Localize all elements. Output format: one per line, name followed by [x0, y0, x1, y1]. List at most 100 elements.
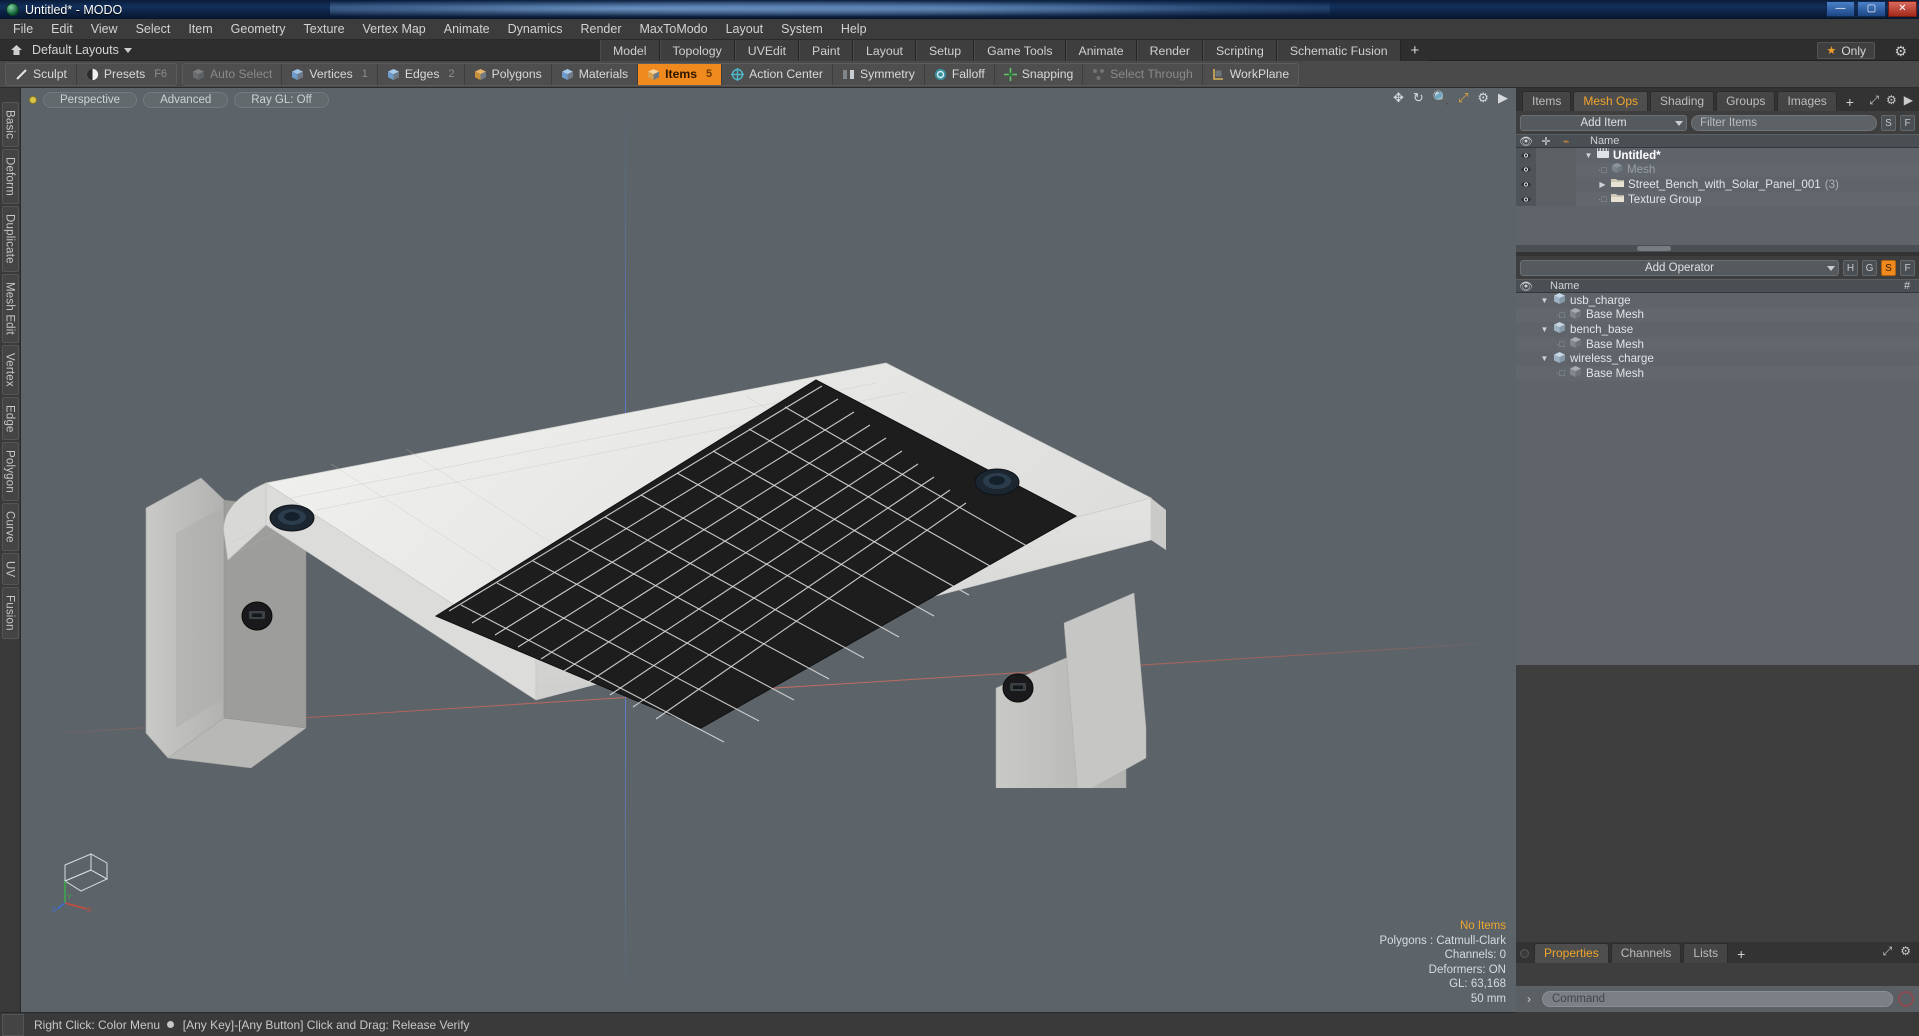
- menu-item-view[interactable]: View: [82, 20, 127, 38]
- expand-icon[interactable]: ⤢: [1883, 944, 1893, 959]
- toolbox-tab-edge[interactable]: Edge: [1, 396, 19, 441]
- twisty-closed-icon[interactable]: ▶: [1598, 180, 1607, 189]
- menu-item-help[interactable]: Help: [832, 20, 876, 38]
- panel-tab-shading[interactable]: Shading: [1650, 91, 1715, 111]
- expand-icon[interactable]: ⤢: [1869, 93, 1879, 108]
- twisty-open-icon[interactable]: ▼: [1584, 151, 1593, 160]
- eye-icon[interactable]: [1516, 293, 1536, 308]
- menu-item-file[interactable]: File: [4, 20, 42, 38]
- scroll-thumb[interactable]: [1636, 246, 1671, 251]
- menu-item-render[interactable]: Render: [572, 20, 631, 38]
- tool-button-auto-select[interactable]: Auto Select: [183, 63, 283, 85]
- layout-tab-model[interactable]: Model: [600, 40, 660, 61]
- layout-tab-render[interactable]: Render: [1136, 40, 1203, 61]
- tool-button-symmetry[interactable]: Symmetry: [832, 63, 925, 85]
- eye-icon[interactable]: [1516, 191, 1536, 207]
- tool-button-items[interactable]: Items 5: [638, 63, 723, 85]
- tool-button-snapping[interactable]: Snapping: [994, 63, 1084, 85]
- menu-item-edit[interactable]: Edit: [42, 20, 82, 38]
- viewport-projection-button[interactable]: Perspective: [43, 91, 138, 108]
- bottom-tab-channels[interactable]: Channels: [1610, 943, 1682, 963]
- home-icon[interactable]: [7, 41, 25, 59]
- operator-tree-row[interactable]: ▼ usb_charge: [1516, 293, 1919, 308]
- panel-tab-images[interactable]: Images: [1777, 91, 1837, 111]
- panel-tab-mesh-ops[interactable]: Mesh Ops: [1573, 91, 1649, 111]
- tool-button-presets[interactable]: Presets F6: [76, 63, 177, 85]
- menu-item-geometry[interactable]: Geometry: [222, 20, 295, 38]
- only-toggle-button[interactable]: ★ Only: [1817, 42, 1875, 59]
- panel-tab-groups[interactable]: Groups: [1716, 91, 1776, 111]
- item-filter-s-button[interactable]: S: [1881, 115, 1896, 131]
- minimize-button[interactable]: —: [1826, 1, 1855, 17]
- status-color-swatch[interactable]: [2, 1013, 24, 1036]
- menu-item-item[interactable]: Item: [179, 20, 221, 38]
- op-filter-s-button[interactable]: S: [1881, 260, 1896, 276]
- operator-tree-row[interactable]: ▼ bench_base: [1516, 322, 1919, 337]
- add-item-button[interactable]: Add Item: [1520, 115, 1688, 131]
- fit-icon[interactable]: ⤢: [1458, 91, 1468, 104]
- menu-item-texture[interactable]: Texture: [295, 20, 354, 38]
- toolbox-tab-curve[interactable]: Curve: [1, 503, 19, 551]
- toolbox-tab-polygon[interactable]: Polygon: [1, 442, 19, 502]
- command-input[interactable]: Command: [1542, 991, 1893, 1007]
- menu-item-animate[interactable]: Animate: [435, 20, 499, 38]
- gear-icon[interactable]: ⚙: [1886, 93, 1897, 108]
- tool-button-vertices[interactable]: Vertices 1: [282, 63, 378, 85]
- item-tree-hscrollbar[interactable]: [1516, 245, 1919, 252]
- eye-icon[interactable]: [1516, 337, 1536, 352]
- street-bench-with-solar-panel-model[interactable]: [116, 328, 1176, 788]
- eye-icon[interactable]: [1516, 177, 1536, 192]
- eye-icon[interactable]: [1516, 162, 1536, 178]
- toolbox-tab-vertex[interactable]: Vertex: [1, 344, 19, 395]
- menu-item-dynamics[interactable]: Dynamics: [499, 20, 572, 38]
- op-filter-f-button[interactable]: F: [1900, 260, 1915, 276]
- gear-icon[interactable]: ⚙: [1477, 91, 1489, 104]
- eye-icon[interactable]: [1516, 351, 1536, 366]
- operator-tree-row[interactable]: ·□ Base Mesh: [1516, 366, 1919, 381]
- twisty-open-icon[interactable]: ▼: [1540, 354, 1549, 363]
- default-layouts-dropdown[interactable]: Default Layouts: [32, 43, 132, 57]
- eye-icon[interactable]: [1516, 148, 1536, 163]
- layout-tab-topology[interactable]: Topology: [659, 40, 735, 61]
- viewport-raygl-button[interactable]: Ray GL: Off: [234, 91, 329, 108]
- viewport-active-dot[interactable]: [29, 95, 37, 104]
- toolbox-tab-uv[interactable]: UV: [1, 552, 19, 586]
- menu-item-maxtomodo[interactable]: MaxToModo: [631, 20, 717, 38]
- layout-tab-scripting[interactable]: Scripting: [1202, 40, 1277, 61]
- item-tree-row[interactable]: ·□ Mesh: [1516, 162, 1919, 178]
- gear-icon[interactable]: ⚙: [1894, 43, 1907, 60]
- chevron-right-icon[interactable]: ▶: [1498, 91, 1508, 104]
- layout-tab-game-tools[interactable]: Game Tools: [974, 40, 1066, 61]
- tool-button-polygons[interactable]: Polygons: [464, 63, 552, 85]
- toolbox-tab-basic[interactable]: Basic: [1, 102, 19, 148]
- toolbox-tab-fusion[interactable]: Fusion: [1, 587, 19, 639]
- twisty-open-icon[interactable]: ▼: [1540, 325, 1549, 334]
- tool-button-materials[interactable]: Materials: [551, 63, 639, 85]
- layout-tab-layout[interactable]: Layout: [853, 40, 916, 61]
- maximize-button[interactable]: ▢: [1857, 1, 1886, 17]
- layout-tab-setup[interactable]: Setup: [915, 40, 975, 61]
- rotate-icon[interactable]: ↻: [1413, 91, 1424, 104]
- toolbox-tab-deform[interactable]: Deform: [1, 149, 19, 205]
- eye-icon[interactable]: [1516, 366, 1536, 381]
- tool-button-falloff[interactable]: Falloff: [924, 63, 995, 85]
- twisty-open-icon[interactable]: ▼: [1540, 296, 1549, 305]
- layout-tab-paint[interactable]: Paint: [799, 40, 854, 61]
- item-tree-row[interactable]: ·□ Texture Group: [1516, 191, 1919, 207]
- tool-button-edges[interactable]: Edges 2: [377, 63, 465, 85]
- tool-button-action-center[interactable]: Action Center: [722, 63, 833, 85]
- tool-button-select-through[interactable]: Select Through: [1083, 63, 1203, 85]
- 3d-viewport[interactable]: Perspective Advanced Ray GL: Off ✥ ↻ 🔍 ⤢…: [21, 88, 1516, 1012]
- menu-item-system[interactable]: System: [772, 20, 832, 38]
- menu-item-vertex-map[interactable]: Vertex Map: [354, 20, 435, 38]
- bottom-panel-dot[interactable]: [1520, 949, 1529, 958]
- op-filter-h-button[interactable]: H: [1843, 260, 1858, 276]
- add-bottom-tab-button[interactable]: +: [1730, 945, 1752, 963]
- layout-tab-schematic-fusion[interactable]: Schematic Fusion: [1276, 40, 1401, 61]
- filter-items-input[interactable]: Filter Items: [1691, 115, 1877, 131]
- item-tree-row[interactable]: ▼ Untitled*: [1516, 148, 1919, 163]
- viewport-shading-button[interactable]: Advanced: [143, 91, 229, 108]
- record-icon[interactable]: [1898, 991, 1914, 1007]
- item-filter-f-button[interactable]: F: [1900, 115, 1915, 131]
- close-button[interactable]: ✕: [1888, 1, 1917, 17]
